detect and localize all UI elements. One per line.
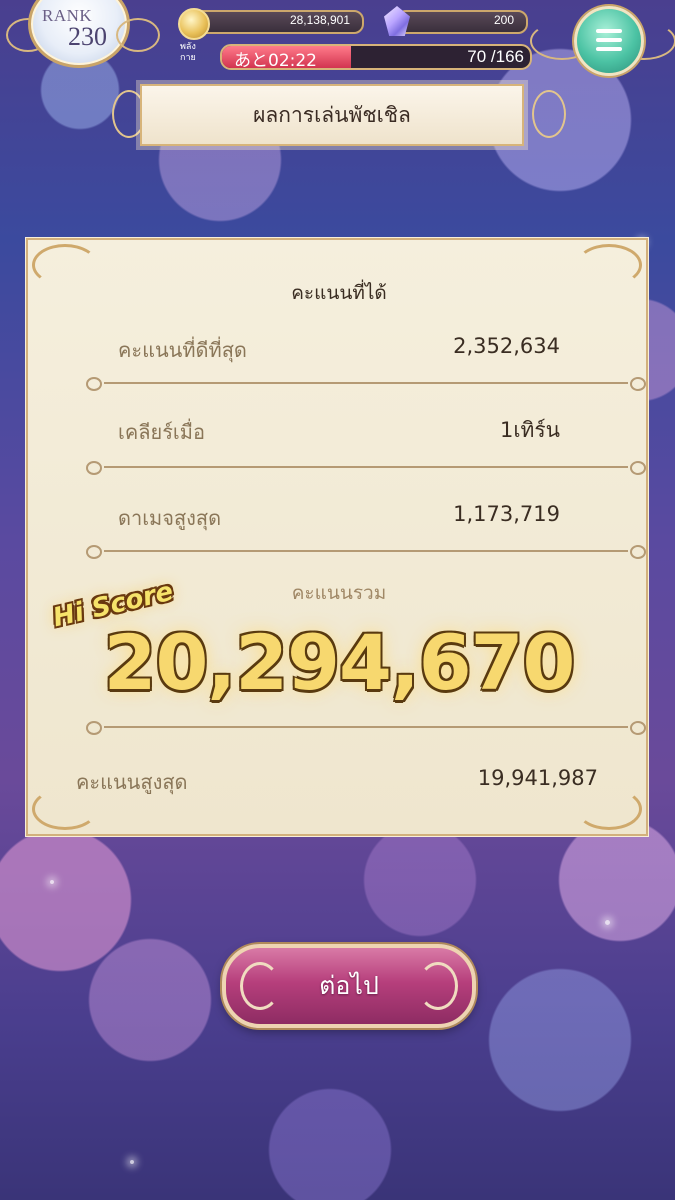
high-score-label: คะแนนสูงสุด <box>76 770 188 794</box>
divider <box>86 377 646 391</box>
max-damage-label: ดาเมจสูงสุด <box>118 506 222 530</box>
stamina-count: 70 /166 <box>467 47 524 66</box>
hamburger-menu-icon <box>596 47 622 51</box>
corner-ornament <box>576 788 642 830</box>
page-title: ผลการเล่นพัชเชิล <box>253 102 411 127</box>
divider <box>86 545 646 559</box>
coin-amount: 28,138,901 <box>289 13 350 27</box>
total-score: 20,294,670 <box>103 618 576 707</box>
stamina-label-line1: พลัง <box>180 42 196 52</box>
divider <box>86 461 646 475</box>
crystal-bar: 200 <box>396 10 528 34</box>
menu-button[interactable] <box>574 6 644 76</box>
next-button[interactable]: ต่อไป <box>222 944 476 1028</box>
result-panel: คะแนนที่ได้ คะแนนที่ดีที่สุด 2,352,634 เ… <box>26 238 648 836</box>
bokeh-sparkle <box>130 1160 134 1164</box>
high-score-value: 19,941,987 <box>477 766 598 790</box>
ornament <box>116 18 160 52</box>
clear-turn-value: 1เทิร์น <box>499 418 560 442</box>
next-button-label: ต่อไป <box>319 971 379 1000</box>
ornament <box>418 962 458 1010</box>
coin-icon <box>178 8 210 40</box>
title-banner: ผลการเล่นพัชเชิล <box>140 84 524 146</box>
stamina-bar: あと02:22 70 /166 <box>220 44 532 70</box>
score-heading: คะแนนที่ได้ <box>291 282 387 304</box>
ornament <box>240 962 280 1010</box>
crystal-amount: 200 <box>493 13 514 27</box>
hamburger-menu-icon <box>596 29 622 33</box>
best-score-label: คะแนนที่ดีที่สุด <box>118 338 247 362</box>
best-score-value: 2,352,634 <box>453 334 560 358</box>
ornament <box>532 90 566 138</box>
stamina-label-line2: กาย <box>180 53 196 63</box>
bokeh-sparkle <box>605 920 610 925</box>
hamburger-menu-icon <box>596 38 622 42</box>
bokeh-sparkle <box>50 880 54 884</box>
max-damage-value: 1,173,719 <box>453 502 560 526</box>
clear-turn-label: เคลียร์เมื่อ <box>118 420 205 444</box>
coin-bar: 28,138,901 <box>190 10 364 34</box>
stamina-timer: あと02:22 <box>234 51 317 70</box>
stamina-label: พลัง กาย <box>180 42 196 64</box>
rank-value: 230 <box>68 22 107 51</box>
divider <box>86 721 646 735</box>
rank-badge: RANK 230 <box>6 0 160 68</box>
